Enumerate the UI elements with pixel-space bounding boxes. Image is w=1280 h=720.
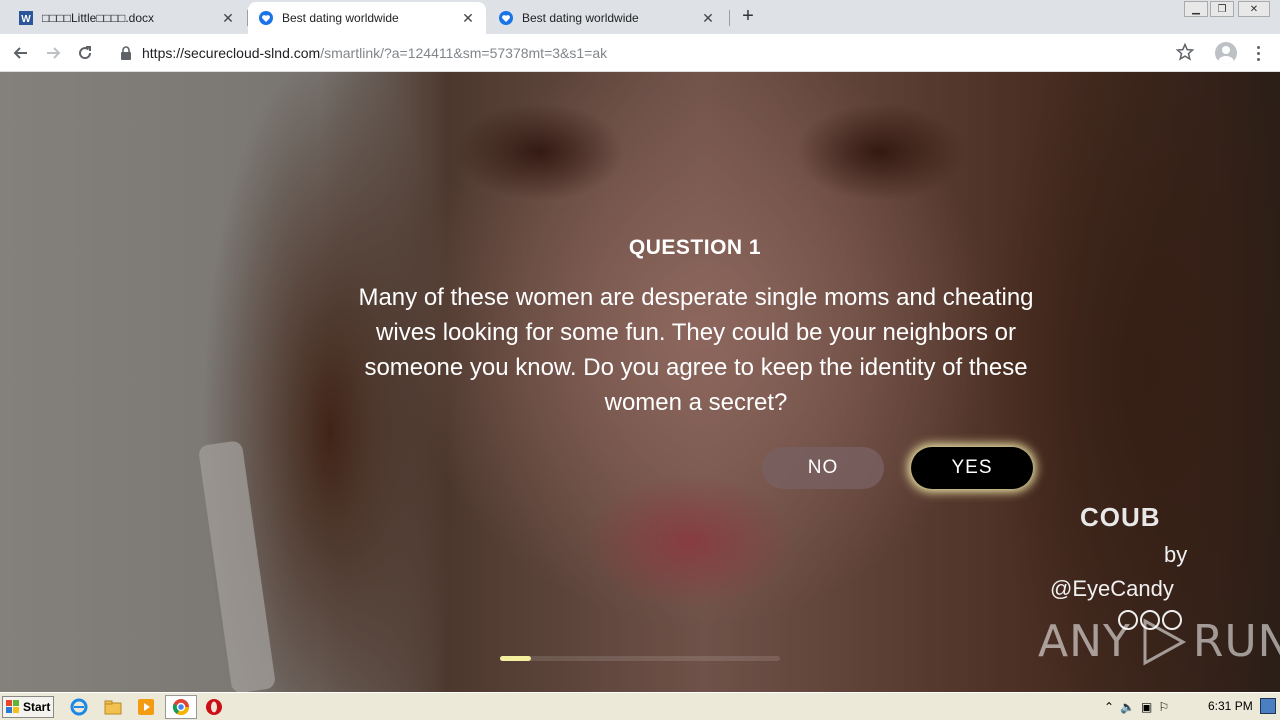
new-tab-button[interactable]: + [737,5,759,27]
internet-explorer-icon[interactable] [70,698,88,716]
close-icon[interactable]: ✕ [700,10,716,26]
svg-text:W: W [21,14,31,25]
question-text: Many of these women are desperate single… [358,284,1034,416]
watermark-left: ANY [1038,616,1131,667]
tab-best-dating-active[interactable]: Best dating worldwide ✕ [248,2,486,34]
browser-toolbar: https://securecloud-slnd.com/smartlink/?… [0,34,1280,72]
yes-button[interactable]: YES [911,447,1033,489]
url-path: /smartlink/?a=124411&sm=57378mt=3&s1=ak [320,45,608,61]
bookmark-star-icon[interactable] [1175,42,1195,66]
heart-shield-icon [258,10,274,26]
reload-button[interactable] [72,40,98,66]
minimize-button[interactable]: ▁ [1184,1,1208,17]
flag-icon[interactable]: ⚐ [1158,700,1169,714]
tab-label: Best dating worldwide [282,11,399,25]
show-desktop-button[interactable] [1260,698,1276,714]
close-icon[interactable]: ✕ [460,10,476,26]
watermark-right: RUN [1192,616,1280,667]
windows-logo-icon [6,700,19,713]
windows-taskbar: Start ⌃ 🔈 ▣ ⚐ 6:31 PM [0,692,1280,720]
opera-icon[interactable] [205,698,223,716]
quiz-page: QUESTION 1 Many of these women are despe… [0,72,1280,692]
tab-best-dating[interactable]: Best dating worldwide ✕ [488,2,726,34]
restore-button[interactable]: ❐ [1210,1,1234,17]
play-icon [1143,617,1186,666]
question-title: QUESTION 1 [628,236,762,259]
arrow-left-icon [13,47,27,59]
chrome-icon[interactable] [172,698,190,716]
folder-icon[interactable] [104,698,122,716]
lock-icon [120,46,134,60]
network-icon[interactable]: ▣ [1141,700,1152,714]
taskbar-clock[interactable]: 6:31 PM [1208,699,1253,713]
back-button[interactable] [8,40,34,66]
reload-icon [79,46,92,60]
tab-label: □□□□Little□□□□.docx [42,11,155,25]
tab-word-document[interactable]: W □□□□Little□□□□.docx ✕ [8,2,246,34]
close-icon[interactable]: ✕ [220,10,236,26]
chevron-up-icon[interactable]: ⌃ [1104,700,1114,714]
url-host: https://securecloud-slnd.com [142,45,321,61]
browser-menu-button[interactable] [1250,42,1266,64]
quiz-progress-fill [500,656,531,661]
media-player-icon[interactable] [137,698,155,716]
heart-shield-icon [498,10,514,26]
coub-by-label: by [1164,542,1188,567]
address-bar[interactable]: https://securecloud-slnd.com/smartlink/?… [110,37,1210,69]
start-button[interactable]: Start [2,696,54,718]
tab-strip: W □□□□Little□□□□.docx ✕ Best dating worl… [0,0,1280,34]
arrow-right-icon [47,47,61,59]
word-doc-icon: W [18,10,34,26]
coub-brand: COUB [1080,502,1161,532]
no-button[interactable]: NO [762,447,884,489]
anyrun-watermark: ANY RUN [1038,616,1280,667]
start-label: Start [23,700,51,714]
volume-icon[interactable]: 🔈 [1120,700,1135,714]
forward-button[interactable] [40,40,66,66]
quiz-progress-bar [500,656,780,661]
tab-label: Best dating worldwide [522,11,639,25]
tab-separator [729,10,730,26]
close-window-button[interactable]: ✕ [1238,1,1270,17]
person-icon [1218,46,1234,64]
profile-avatar[interactable] [1215,42,1237,64]
coub-handle: @EyeCandy [1050,576,1174,601]
